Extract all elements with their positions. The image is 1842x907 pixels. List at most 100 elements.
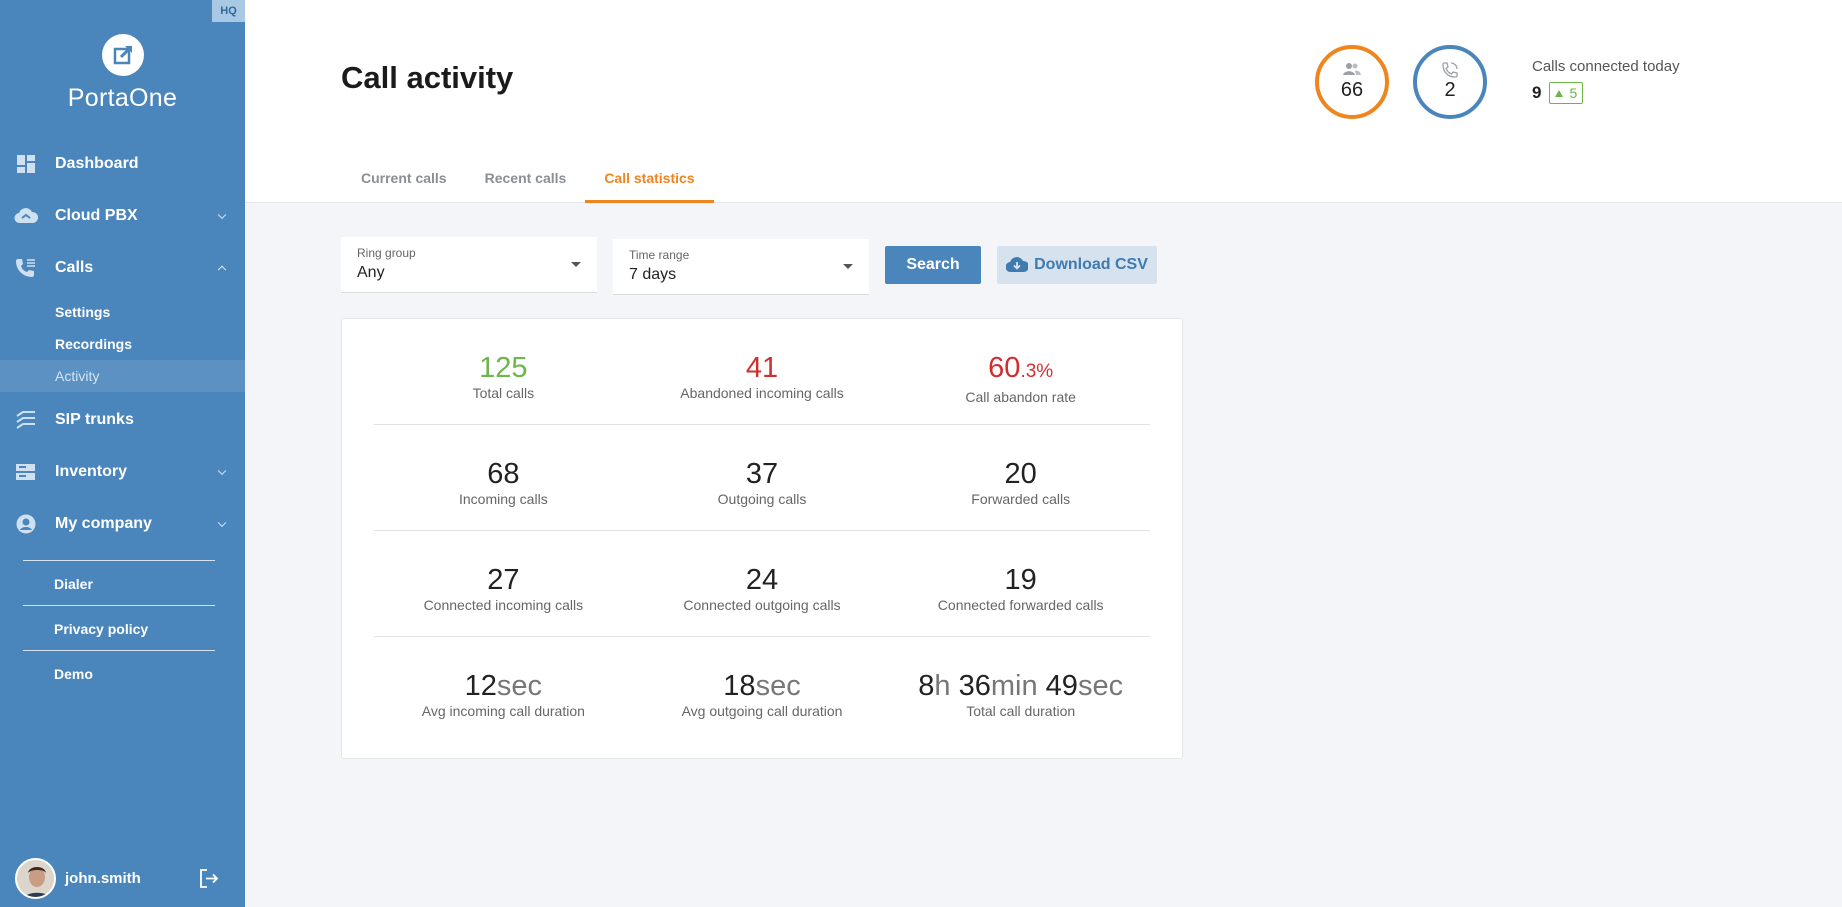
stat-unit: sec	[1077, 670, 1124, 702]
ring-group-value: Any	[357, 264, 385, 281]
stat-value: 37	[745, 458, 779, 490]
sidebar-item-inventory[interactable]: Inventory	[0, 446, 245, 498]
chevron-down-icon	[217, 210, 227, 220]
sidebar-item-label: Inventory	[55, 463, 128, 480]
avatar[interactable]	[15, 857, 56, 899]
caret-down-icon	[843, 264, 853, 269]
inventory-icon	[14, 462, 38, 482]
sidebar-link-privacy-policy[interactable]: Privacy policy	[0, 608, 245, 650]
active-users-ring: 66	[1315, 45, 1389, 119]
stat-forwarded: 20 Forwarded calls	[891, 425, 1150, 530]
stat-label: Total calls	[472, 385, 535, 401]
stats-row: 68 Incoming calls 37 Outgoing calls 20 F…	[374, 425, 1150, 531]
sidebar-link-demo[interactable]: Demo	[0, 653, 245, 695]
tab-recent-calls[interactable]: Recent calls	[466, 160, 586, 203]
stats-row: 125 Total calls 41 Abandoned incoming ca…	[374, 319, 1150, 425]
stat-total-duration: 8h 36min 49sec Total call duration	[891, 637, 1150, 743]
username: john.smith	[65, 869, 141, 887]
stat-value: 68	[487, 458, 520, 490]
stat-outgoing: 37 Outgoing calls	[633, 425, 892, 530]
sidebar-link-dialer[interactable]: Dialer	[0, 563, 245, 605]
dashboard-icon	[14, 154, 38, 174]
divider	[23, 605, 215, 606]
stat-unit: min	[990, 670, 1038, 702]
stats-row: 12sec Avg incoming call duration 18sec A…	[374, 637, 1150, 743]
active-calls-ring: 2	[1413, 45, 1487, 119]
sidebar-item-dashboard[interactable]: Dashboard	[0, 138, 245, 190]
stat-label: Connected incoming calls	[423, 597, 584, 613]
tab-current-calls[interactable]: Current calls	[342, 160, 466, 203]
user-profile[interactable]: john.smith	[0, 849, 245, 907]
arrow-up-icon	[1555, 89, 1564, 97]
calls-connected-label: Calls connected today	[1532, 58, 1680, 75]
search-button[interactable]: Search	[885, 246, 981, 284]
stat-seconds: 49	[1045, 670, 1078, 702]
sidebar-item-calls[interactable]: Calls	[0, 242, 245, 294]
stat-value: 41	[745, 352, 779, 384]
stat-label: Avg incoming call duration	[421, 703, 585, 719]
download-csv-label: Download CSV	[1034, 256, 1148, 273]
chevron-down-icon	[217, 466, 227, 476]
calls-connected-today: Calls connected today 9 5	[1532, 58, 1680, 104]
stat-value: 12	[464, 670, 497, 702]
hq-badge[interactable]: HQ	[212, 0, 245, 22]
stat-connected-outgoing: 24 Connected outgoing calls	[633, 531, 892, 636]
stat-hours: 8	[918, 670, 935, 702]
sidebar: HQ PortaOne Dashboard Cloud PBX Calls Se…	[0, 0, 245, 907]
stat-label: Call abandon rate	[965, 389, 1076, 405]
stat-value: 18	[723, 670, 756, 702]
stat-connected-forwarded: 19 Connected forwarded calls	[891, 531, 1150, 636]
stat-value: 125	[479, 352, 528, 384]
stat-abandoned-incoming: 41 Abandoned incoming calls	[633, 319, 892, 424]
calls-connected-delta: 5	[1569, 85, 1578, 101]
portaone-logo-icon	[101, 34, 144, 76]
stat-value: 27	[487, 564, 520, 596]
logout-icon[interactable]	[199, 869, 219, 893]
stat-label: Connected outgoing calls	[683, 597, 841, 613]
calls-connected-value: 9	[1532, 83, 1542, 102]
phone-log-icon	[14, 258, 38, 278]
brand-name: PortaOne	[67, 84, 178, 112]
stat-value: 24	[745, 564, 779, 596]
stat-unit: sec	[496, 670, 543, 702]
sidebar-subitem-activity[interactable]: Activity	[0, 360, 245, 392]
phone-icon	[1442, 62, 1458, 78]
time-range-value: 7 days	[629, 266, 677, 283]
brand-logo[interactable]: PortaOne	[0, 34, 245, 113]
ring-group-select[interactable]: Ring group Any	[341, 237, 597, 293]
sidebar-item-cloud-pbx[interactable]: Cloud PBX	[0, 190, 245, 242]
sidebar-item-label: Dashboard	[55, 155, 139, 172]
time-range-select[interactable]: Time range 7 days	[613, 239, 869, 295]
sidebar-subitem-settings[interactable]: Settings	[0, 296, 245, 328]
sidebar-item-label: My company	[55, 515, 152, 532]
stat-unit: h	[934, 670, 951, 702]
download-csv-button[interactable]: Download CSV	[997, 246, 1157, 284]
stat-value-decimal: .3%	[1020, 361, 1054, 382]
sidebar-subitem-recordings[interactable]: Recordings	[0, 328, 245, 360]
ring-group-label: Ring group	[357, 246, 416, 260]
stat-minutes: 36	[958, 670, 991, 702]
sidebar-item-sip-trunks[interactable]: SIP trunks	[0, 394, 245, 446]
active-calls-count: 2	[1444, 79, 1456, 101]
sidebar-item-label: Calls	[55, 259, 94, 276]
sidebar-nav: Dashboard Cloud PBX Calls Settings Recor…	[0, 138, 245, 695]
calls-connected-delta-badge: 5	[1549, 82, 1584, 104]
tabs: Current calls Recent calls Call statisti…	[342, 160, 714, 203]
stat-label: Incoming calls	[458, 491, 548, 507]
sidebar-item-my-company[interactable]: My company	[0, 498, 245, 550]
cloud-download-icon	[1006, 257, 1029, 273]
stat-label: Connected forwarded calls	[937, 597, 1104, 613]
divider	[23, 560, 215, 561]
stat-value: 19	[1004, 564, 1037, 596]
time-range-label: Time range	[629, 248, 690, 262]
stat-label: Outgoing calls	[717, 491, 807, 507]
chevron-up-icon	[217, 265, 227, 275]
stat-label: Forwarded calls	[971, 491, 1071, 507]
stat-connected-incoming: 27 Connected incoming calls	[374, 531, 633, 636]
stat-unit: sec	[755, 670, 801, 702]
users-icon	[1343, 62, 1361, 78]
tab-call-statistics[interactable]: Call statistics	[585, 160, 714, 203]
user-circle-icon	[14, 514, 38, 534]
stats-row: 27 Connected incoming calls 24 Connected…	[374, 531, 1150, 637]
stat-label: Abandoned incoming calls	[680, 385, 844, 401]
